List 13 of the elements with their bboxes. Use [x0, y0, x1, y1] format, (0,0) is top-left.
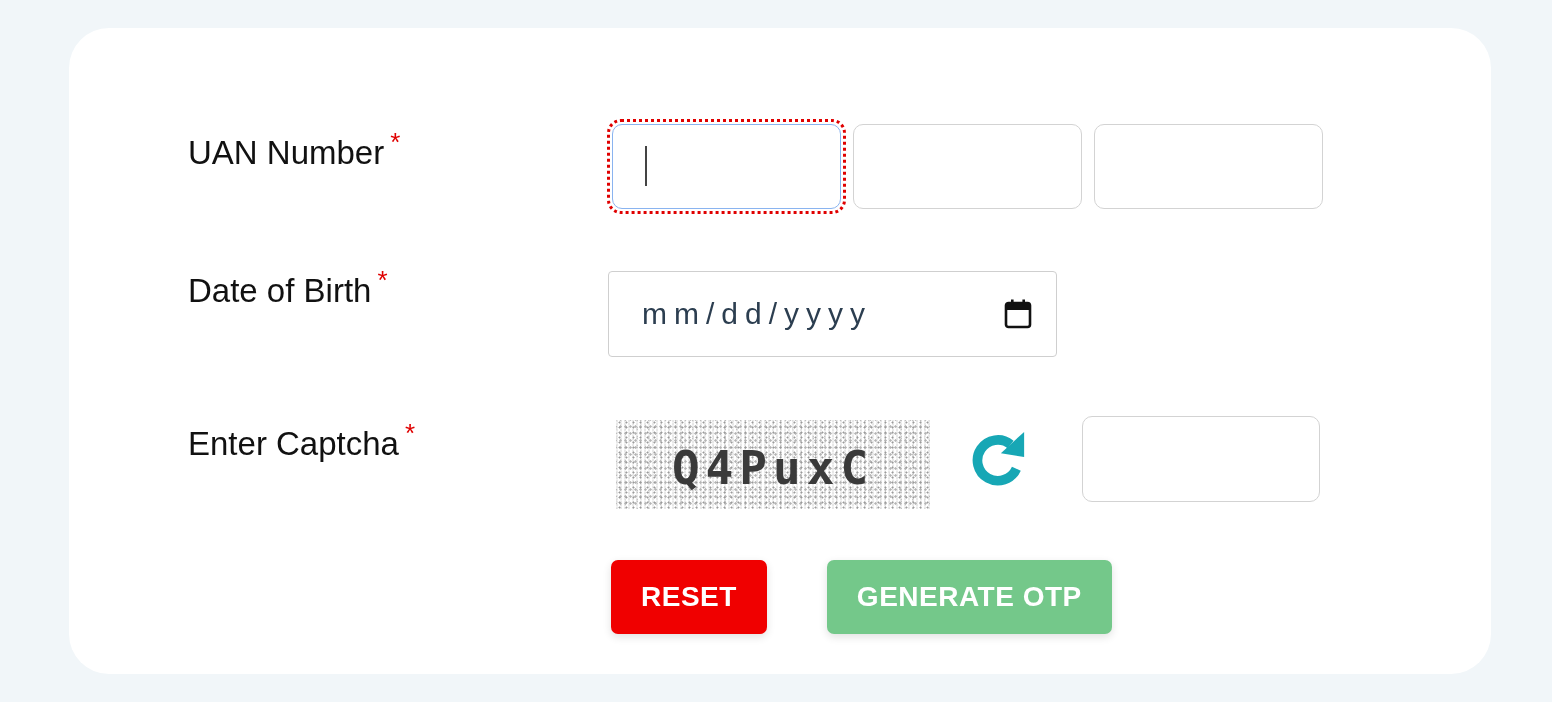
calendar-icon[interactable] [1004, 299, 1032, 329]
date-field[interactable]: mm/dd/yyyy [608, 271, 1057, 357]
field-label: Enter Captcha [188, 424, 399, 464]
field-label: UAN Number [188, 133, 385, 173]
required-mark: * [377, 267, 388, 293]
required-mark: * [390, 129, 401, 155]
captcha-text: Q4PuxC [671, 444, 875, 491]
reset-button[interactable]: RESET [611, 560, 767, 634]
uan-field[interactable] [607, 119, 846, 214]
text-cursor-icon [645, 146, 647, 186]
field-label: Date of Birth [188, 271, 372, 311]
captcha-field[interactable] [1082, 416, 1320, 502]
required-mark: * [404, 420, 416, 446]
